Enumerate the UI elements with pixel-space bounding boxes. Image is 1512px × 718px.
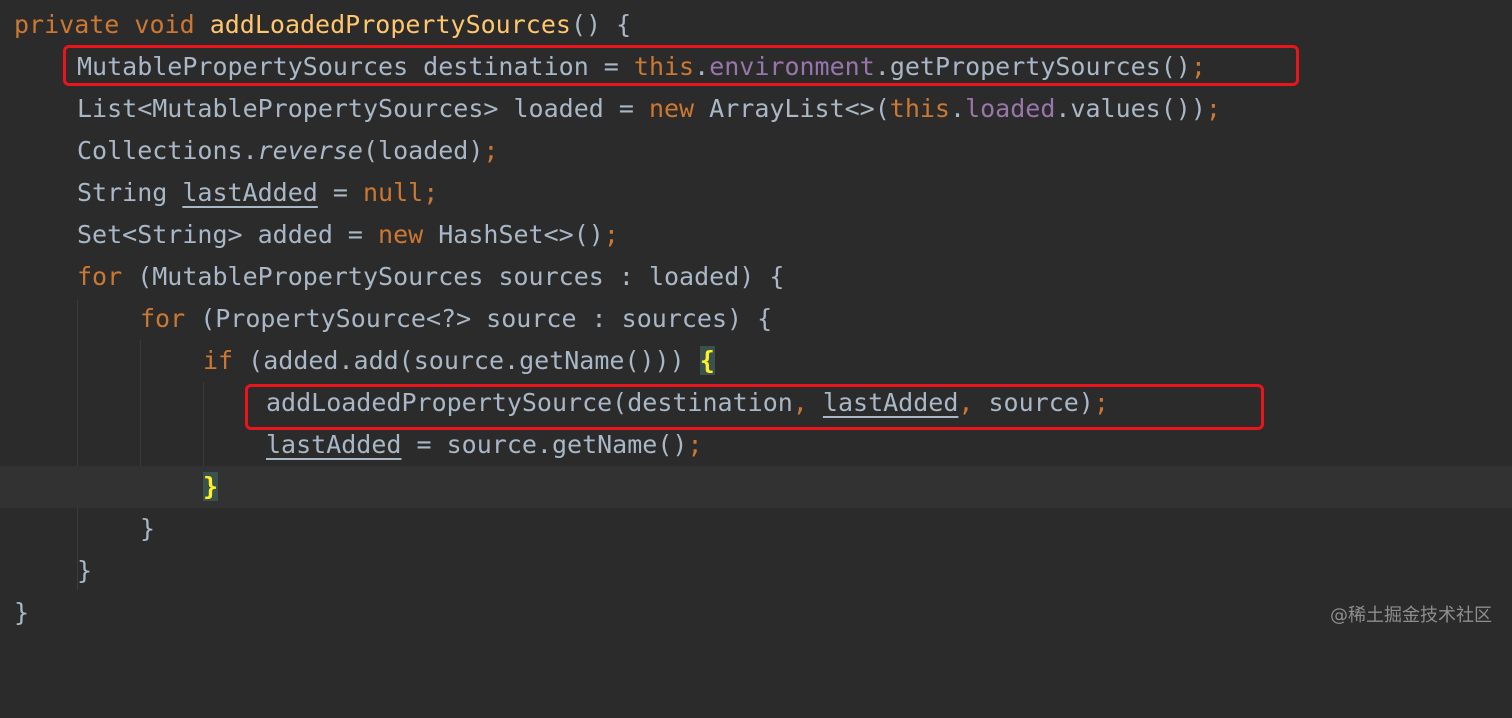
code-text: HashSet<>() (423, 220, 604, 249)
code-line-1[interactable]: private void addLoadedPropertySources() … (0, 4, 1512, 46)
code-text: List<MutablePropertySources> loaded = (77, 94, 649, 123)
code-line-12-current[interactable]: } (0, 466, 1512, 508)
code-text: (PropertySource<?> source : sources) { (185, 304, 773, 333)
keyword-if: if (203, 346, 234, 375)
variable-lastAdded: lastAdded (266, 430, 402, 459)
code-line-8[interactable]: for (PropertySource<?> source : sources)… (0, 298, 1512, 340)
code-text: (MutablePropertySources sources : loaded… (122, 262, 785, 291)
keyword-for: for (140, 304, 186, 333)
comma: , (792, 388, 808, 417)
semicolon: ; (687, 430, 703, 459)
closing-brace: } (140, 514, 156, 543)
code-line-15[interactable]: } (0, 592, 1512, 634)
code-text: addLoadedPropertySource(destination (266, 388, 793, 417)
keyword-null: null (362, 178, 424, 207)
code-text: () { (570, 10, 632, 39)
code-text: = (317, 178, 363, 207)
code-text: . (694, 52, 710, 81)
keyword-this: this (889, 94, 950, 123)
code-text: Set<String> added = (77, 220, 379, 249)
code-line-3[interactable]: List<MutablePropertySources> loaded = ne… (0, 88, 1512, 130)
watermark: @稀土掘金技术社区 (1330, 605, 1492, 626)
code-text: ArrayList<>( (694, 94, 890, 123)
code-text: .values()) (1055, 94, 1206, 123)
code-text: source) (973, 388, 1094, 417)
code-line-6[interactable]: Set<String> added = new HashSet<>(); (0, 214, 1512, 256)
keyword-this: this (633, 52, 695, 81)
code-line-4[interactable]: Collections.reverse(loaded); (0, 130, 1512, 172)
code-text: = source.getName() (401, 430, 688, 459)
code-text: String (77, 178, 183, 207)
closing-brace: } (77, 556, 93, 585)
matched-brace-close: } (203, 472, 219, 501)
semicolon: ; (483, 136, 499, 165)
code-editor[interactable]: private void addLoadedPropertySources() … (0, 0, 1512, 645)
code-text: (added.add(source.getName())) (233, 346, 700, 375)
keyword-new: new (648, 94, 695, 123)
matched-brace-open: { (699, 346, 715, 375)
code-text: . (950, 94, 966, 123)
keyword-void: void (134, 10, 195, 39)
field-loaded: loaded (965, 94, 1056, 123)
field-environment: environment (709, 52, 875, 81)
code-text: MutablePropertySources destination = (77, 52, 634, 81)
static-method-reverse: reverse (257, 136, 363, 165)
code-line-9[interactable]: if (added.add(source.getName())) { (0, 340, 1512, 382)
code-text: Collections. (77, 136, 258, 165)
code-line-2[interactable]: MutablePropertySources destination = thi… (0, 46, 1512, 88)
semicolon: ; (1205, 94, 1221, 123)
code-line-10[interactable]: addLoadedPropertySource(destination, las… (0, 382, 1512, 424)
keyword-private: private (14, 10, 120, 39)
comma: , (958, 388, 974, 417)
code-line-14[interactable]: } (0, 550, 1512, 592)
variable-lastAdded: lastAdded (182, 178, 318, 207)
keyword-new: new (378, 220, 424, 249)
semicolon: ; (423, 178, 439, 207)
keyword-for: for (77, 262, 123, 291)
semicolon: ; (1190, 52, 1206, 81)
code-text: .getPropertySources() (874, 52, 1191, 81)
semicolon: ; (1093, 388, 1109, 417)
code-text: (loaded) (362, 136, 484, 165)
code-line-7[interactable]: for (MutablePropertySources sources : lo… (0, 256, 1512, 298)
method-name: addLoadedPropertySources (209, 10, 571, 39)
semicolon: ; (603, 220, 619, 249)
code-line-5[interactable]: String lastAdded = null; (0, 172, 1512, 214)
code-line-13[interactable]: } (0, 508, 1512, 550)
closing-brace: } (14, 598, 30, 627)
code-line-11[interactable]: lastAdded = source.getName(); (0, 424, 1512, 466)
variable-lastAdded: lastAdded (822, 388, 959, 417)
